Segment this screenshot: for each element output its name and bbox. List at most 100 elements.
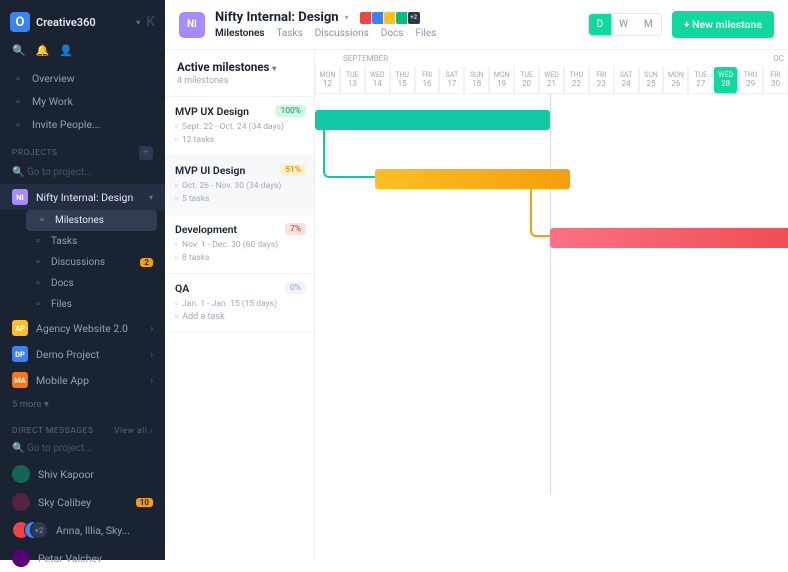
tab-files[interactable]: Files [415,28,436,39]
chevron-icon: ▾ [149,193,153,202]
tab-docs[interactable]: Docs [381,28,404,39]
chevron-icon: › [151,324,153,333]
day-cell[interactable]: FRI16 [415,67,440,93]
briefcase-icon: ▫ [12,95,24,108]
sidebar-item-discussions[interactable]: ▫Discussions2 [12,252,165,273]
milestone-tasks: ▫5 tasks [175,193,304,204]
milestone-row[interactable]: QA ▫Jan. 1 - Jan. 15 (15 days) ▫Add a ta… [165,274,314,333]
gantt-chart[interactable]: SEPTEMBER OC MON12TUE13WED14THU15FRI16SA… [315,50,788,560]
gantt-bar-development[interactable] [550,228,788,248]
gantt-bar-mvp-ux[interactable] [315,110,550,130]
sidebar-item-milestones[interactable]: ▫Milestones [26,210,157,231]
add-task-link[interactable]: ▫Add a task [175,311,304,322]
workspace-name: Creative360 [36,16,130,29]
dm-item[interactable]: Petar Valchev [0,544,165,572]
day-cell[interactable]: MON19 [489,67,514,93]
nav-invite-people-[interactable]: ▫Invite People... [0,113,165,136]
chevron-icon: › [151,376,153,385]
view-toggle: DWM [588,13,662,36]
day-cell[interactable]: FRI30 [763,67,788,93]
milestone-list-panel: Active milestones ▾ 4 milestones MVP UX … [165,50,315,560]
main-area: NI Nifty Internal: Design ▾ +2 Milestone… [165,0,788,560]
grid-icon: ▫ [12,72,24,85]
tab-milestones[interactable]: Milestones [215,28,264,39]
view-m[interactable]: M [636,14,661,35]
view-all-link[interactable]: View all › [114,426,153,436]
day-cell[interactable]: TUE13 [340,67,365,93]
project-badge: MA [12,372,28,388]
gantt-bar-mvp-ui[interactable] [375,169,570,189]
avatar-icon[interactable]: 👤 [59,44,73,57]
project-item[interactable]: NINifty Internal: Design▾ [0,184,165,210]
list-icon: ▫ [175,193,178,204]
day-cell[interactable]: SUN25 [639,67,664,93]
workspace-switcher[interactable]: O Creative360 ▾ K [0,8,165,42]
day-cell[interactable]: SAT24 [614,67,639,93]
milestone-dates: ▫Sept. 22 - Oct. 24 (34 days) [175,121,304,132]
add-project-button[interactable]: + [139,146,153,160]
sidebar-item-files[interactable]: ▫Files [12,294,165,315]
day-cell[interactable]: WED21 [539,67,564,93]
search-icon[interactable]: 🔍 [12,44,26,57]
sidebar-item-tasks[interactable]: ▫Tasks [12,231,165,252]
day-cell[interactable]: SUN18 [464,67,489,93]
month-label: SEPTEMBER [323,54,388,63]
day-cell[interactable]: THU15 [390,67,415,93]
chevron-down-icon[interactable]: ▾ [345,13,349,22]
milestone-row[interactable]: Development ▫Nov. 1 - Dec. 30 (60 days) … [165,215,314,274]
avatar [12,493,30,511]
projects-header: PROJECTS + [0,136,165,164]
progress-badge: 0% [285,282,306,294]
project-item[interactable]: MAMobile App› [0,367,165,393]
chevron-icon: › [151,350,153,359]
project-item[interactable]: APAgency Website 2.0› [0,315,165,341]
calendar-icon: ▫ [175,239,178,250]
more-projects-link[interactable]: 5 more ▾ [0,393,165,416]
view-w[interactable]: W [611,14,636,35]
project-tabs: Milestones Tasks Discussions Docs Files [215,28,436,39]
new-milestone-button[interactable]: + New milestone [672,11,774,38]
day-cell[interactable]: THU29 [738,67,763,93]
milestone-row[interactable]: MVP UI Design ▫Oct. 26 - Nov. 30 (34 day… [165,156,314,215]
member-avatars[interactable]: +2 [359,11,419,25]
view-d[interactable]: D [589,14,612,35]
milestone-icon: ▫ [36,215,48,226]
day-cell[interactable]: WED28 [713,67,738,93]
notification-icon[interactable]: 🔔 [36,44,50,57]
count-badge: 10 [136,498,153,507]
list-icon: ▫ [175,134,178,145]
milestone-dates: ▫Nov. 1 - Dec. 30 (60 days) [175,239,304,250]
day-cell[interactable]: TUE27 [688,67,713,93]
progress-badge: 100% [275,105,306,117]
day-cell[interactable]: SAT17 [439,67,464,93]
day-cell[interactable]: THU22 [564,67,589,93]
project-search[interactable]: 🔍 Go to project... [0,164,165,184]
project-badge: AP [12,320,28,336]
user-plus-icon: ▫ [12,118,24,131]
keyboard-hint: K [146,14,155,30]
list-icon: ▫ [175,252,178,263]
milestone-panel-title[interactable]: Active milestones ▾ [177,60,302,74]
day-cell[interactable]: WED14 [365,67,390,93]
day-cell[interactable]: MON12 [315,67,340,93]
calendar-icon: ▫ [175,121,178,132]
day-cell[interactable]: MON26 [663,67,688,93]
dm-search[interactable]: 🔍 Go to project... [0,440,165,460]
day-cell[interactable]: FRI23 [589,67,614,93]
tab-discussions[interactable]: Discussions [315,28,369,39]
day-cell[interactable]: TUE20 [514,67,539,93]
nav-my-work[interactable]: ▫My Work [0,90,165,113]
dm-item[interactable]: Shiv Kapoor [0,460,165,488]
dm-item[interactable]: Sky Calibey10 [0,488,165,516]
dm-item[interactable]: +2Anna, Illia, Sky... [0,516,165,544]
chevron-down-icon: ▾ [136,18,140,27]
project-item[interactable]: DPDemo Project› [0,341,165,367]
nav-overview[interactable]: ▫Overview [0,67,165,90]
tab-tasks[interactable]: Tasks [276,28,302,39]
sidebar-item-docs[interactable]: ▫Docs [12,273,165,294]
gantt-body[interactable] [315,94,788,494]
milestone-row[interactable]: MVP UX Design ▫Sept. 22 - Oct. 24 (34 da… [165,97,314,156]
milestone-dates: ▫Oct. 26 - Nov. 30 (34 days) [175,180,304,191]
milestone-count: 4 milestones [177,76,302,86]
avatar-count: +2 [30,521,48,539]
